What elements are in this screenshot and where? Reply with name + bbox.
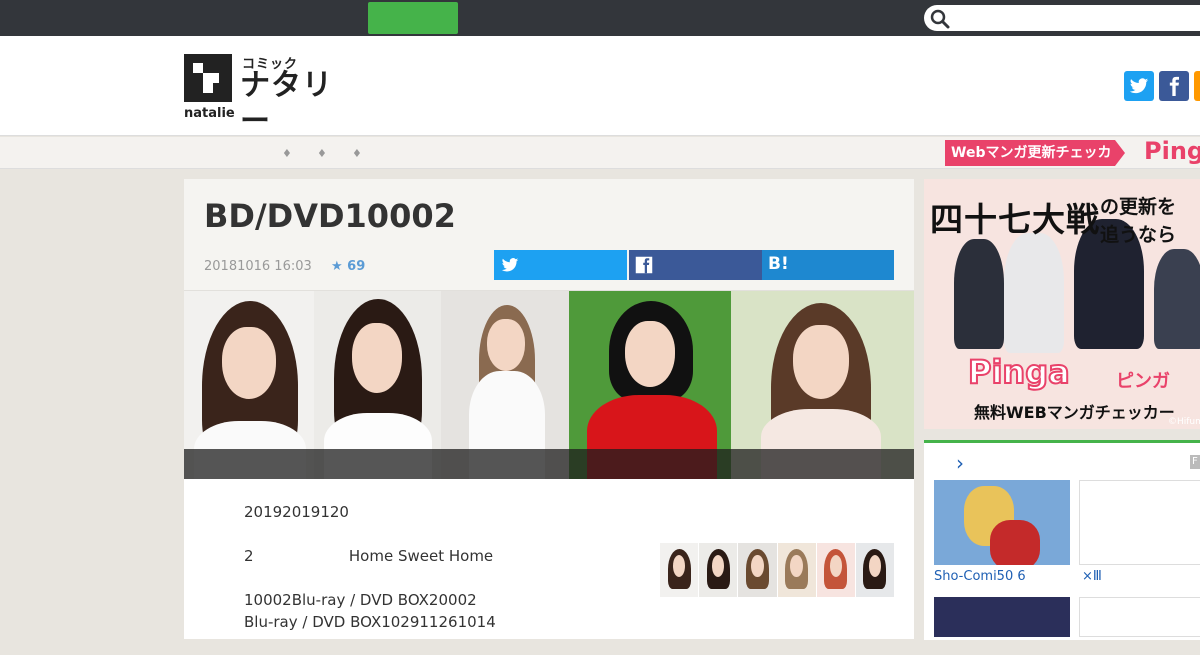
thumbnail-art (990, 520, 1040, 565)
article-paragraph: 2 Home Sweet Home (244, 547, 494, 565)
site-header: コミック ナタリー natalie (0, 36, 1200, 139)
ad-illustration (1004, 233, 1064, 353)
ranking-thumbnail[interactable] (934, 480, 1070, 565)
search-input[interactable] (924, 5, 1200, 31)
rss-button[interactable] (1194, 71, 1200, 101)
facebook-icon (635, 256, 653, 274)
ad-title: 四十七大戦 (930, 200, 1100, 239)
article-paragraph: 10002Blu-ray / DVD BOX20002 Blu-ray / DV… (244, 591, 496, 631)
article-header: BD/DVD10002 20181016 16:03 ★ 69 B! (184, 179, 914, 291)
ranking-thumbnail[interactable] (1079, 597, 1200, 637)
ranking-thumbnail[interactable] (934, 597, 1070, 637)
tag-icon[interactable]: ♦ (352, 147, 362, 160)
logo-brand: natalie (184, 106, 235, 121)
photo-thumbnail[interactable] (855, 543, 895, 597)
ranking-item-label[interactable]: Sho-Comi50 6 (934, 569, 1026, 584)
ad-copyright: ©Hifum (1168, 417, 1200, 427)
ranking-thumbnail[interactable] (1079, 480, 1200, 565)
hatena-icon: B! (768, 254, 789, 274)
ranking-badge: F (1190, 455, 1200, 469)
photo-thumbnail[interactable] (699, 543, 738, 597)
related-photo-thumbnails (660, 543, 895, 597)
top-bar (0, 0, 1200, 36)
pinga-banner[interactable]: Webマンガ更新チェッカー (945, 140, 1125, 166)
article: BD/DVD10002 20181016 16:03 ★ 69 B! 20192… (184, 179, 914, 639)
ranking-widget: › F Sho-Comi50 6 ×Ⅲ (924, 440, 1200, 640)
photo-thumbnail[interactable] (738, 543, 777, 597)
article-favorites[interactable]: ★ 69 (331, 259, 365, 274)
ad-tagline: 無料WEBマンガチェッカー (974, 403, 1175, 422)
top-green-button[interactable] (368, 2, 458, 34)
tag-icon[interactable]: ♦ (282, 147, 292, 160)
ad-pinga-kana: ピンガ (1116, 371, 1170, 392)
article-date: 20181016 16:03 (204, 259, 312, 274)
facebook-share-button[interactable] (629, 250, 762, 280)
ad-subtitle-line: の更新を (1100, 196, 1177, 218)
ad-illustration (954, 239, 1004, 349)
hero-caption-bar (184, 449, 914, 479)
facebook-follow-button[interactable] (1159, 71, 1189, 101)
ad-subtitle-line: 追うなら (1100, 224, 1177, 246)
chevron-right-icon[interactable]: › (956, 451, 964, 475)
twitter-share-button[interactable] (494, 250, 627, 280)
article-title: BD/DVD10002 (204, 197, 456, 235)
photo-thumbnail[interactable] (660, 543, 699, 597)
hatena-share-button[interactable]: B! (762, 250, 894, 280)
photo-thumbnail[interactable] (777, 543, 816, 597)
article-paragraph: 20192019120 (244, 503, 349, 521)
pinga-logo[interactable]: Ping (1144, 137, 1200, 165)
site-logo[interactable]: コミック ナタリー natalie (184, 54, 354, 139)
ad-illustration (1154, 249, 1200, 349)
ad-subtitle: の更新を 追うなら (1100, 193, 1176, 249)
twitter-icon (1129, 78, 1149, 94)
sidebar-ad[interactable]: 四十七大戦 の更新を 追うなら Pinga ピンガ 無料WEBマンガチェッカー … (924, 179, 1200, 429)
logo-mark-icon (184, 54, 232, 102)
ranking-item-label[interactable]: ×Ⅲ (1082, 569, 1102, 584)
photo-thumbnail[interactable] (816, 543, 855, 597)
tag-nav-strip: ♦ ♦ ♦ Webマンガ更新チェッカー Ping (0, 137, 1200, 169)
article-body: 20192019120 2 Home Sweet Home 10002Blu-r… (244, 501, 496, 655)
ad-pinga-logo: Pinga (967, 352, 1071, 392)
tag-icon[interactable]: ♦ (317, 147, 327, 160)
twitter-icon (501, 258, 519, 272)
facebook-icon (1169, 76, 1179, 96)
logo-title: ナタリー (240, 68, 333, 139)
search-icon (930, 9, 950, 29)
twitter-follow-button[interactable] (1124, 71, 1154, 101)
